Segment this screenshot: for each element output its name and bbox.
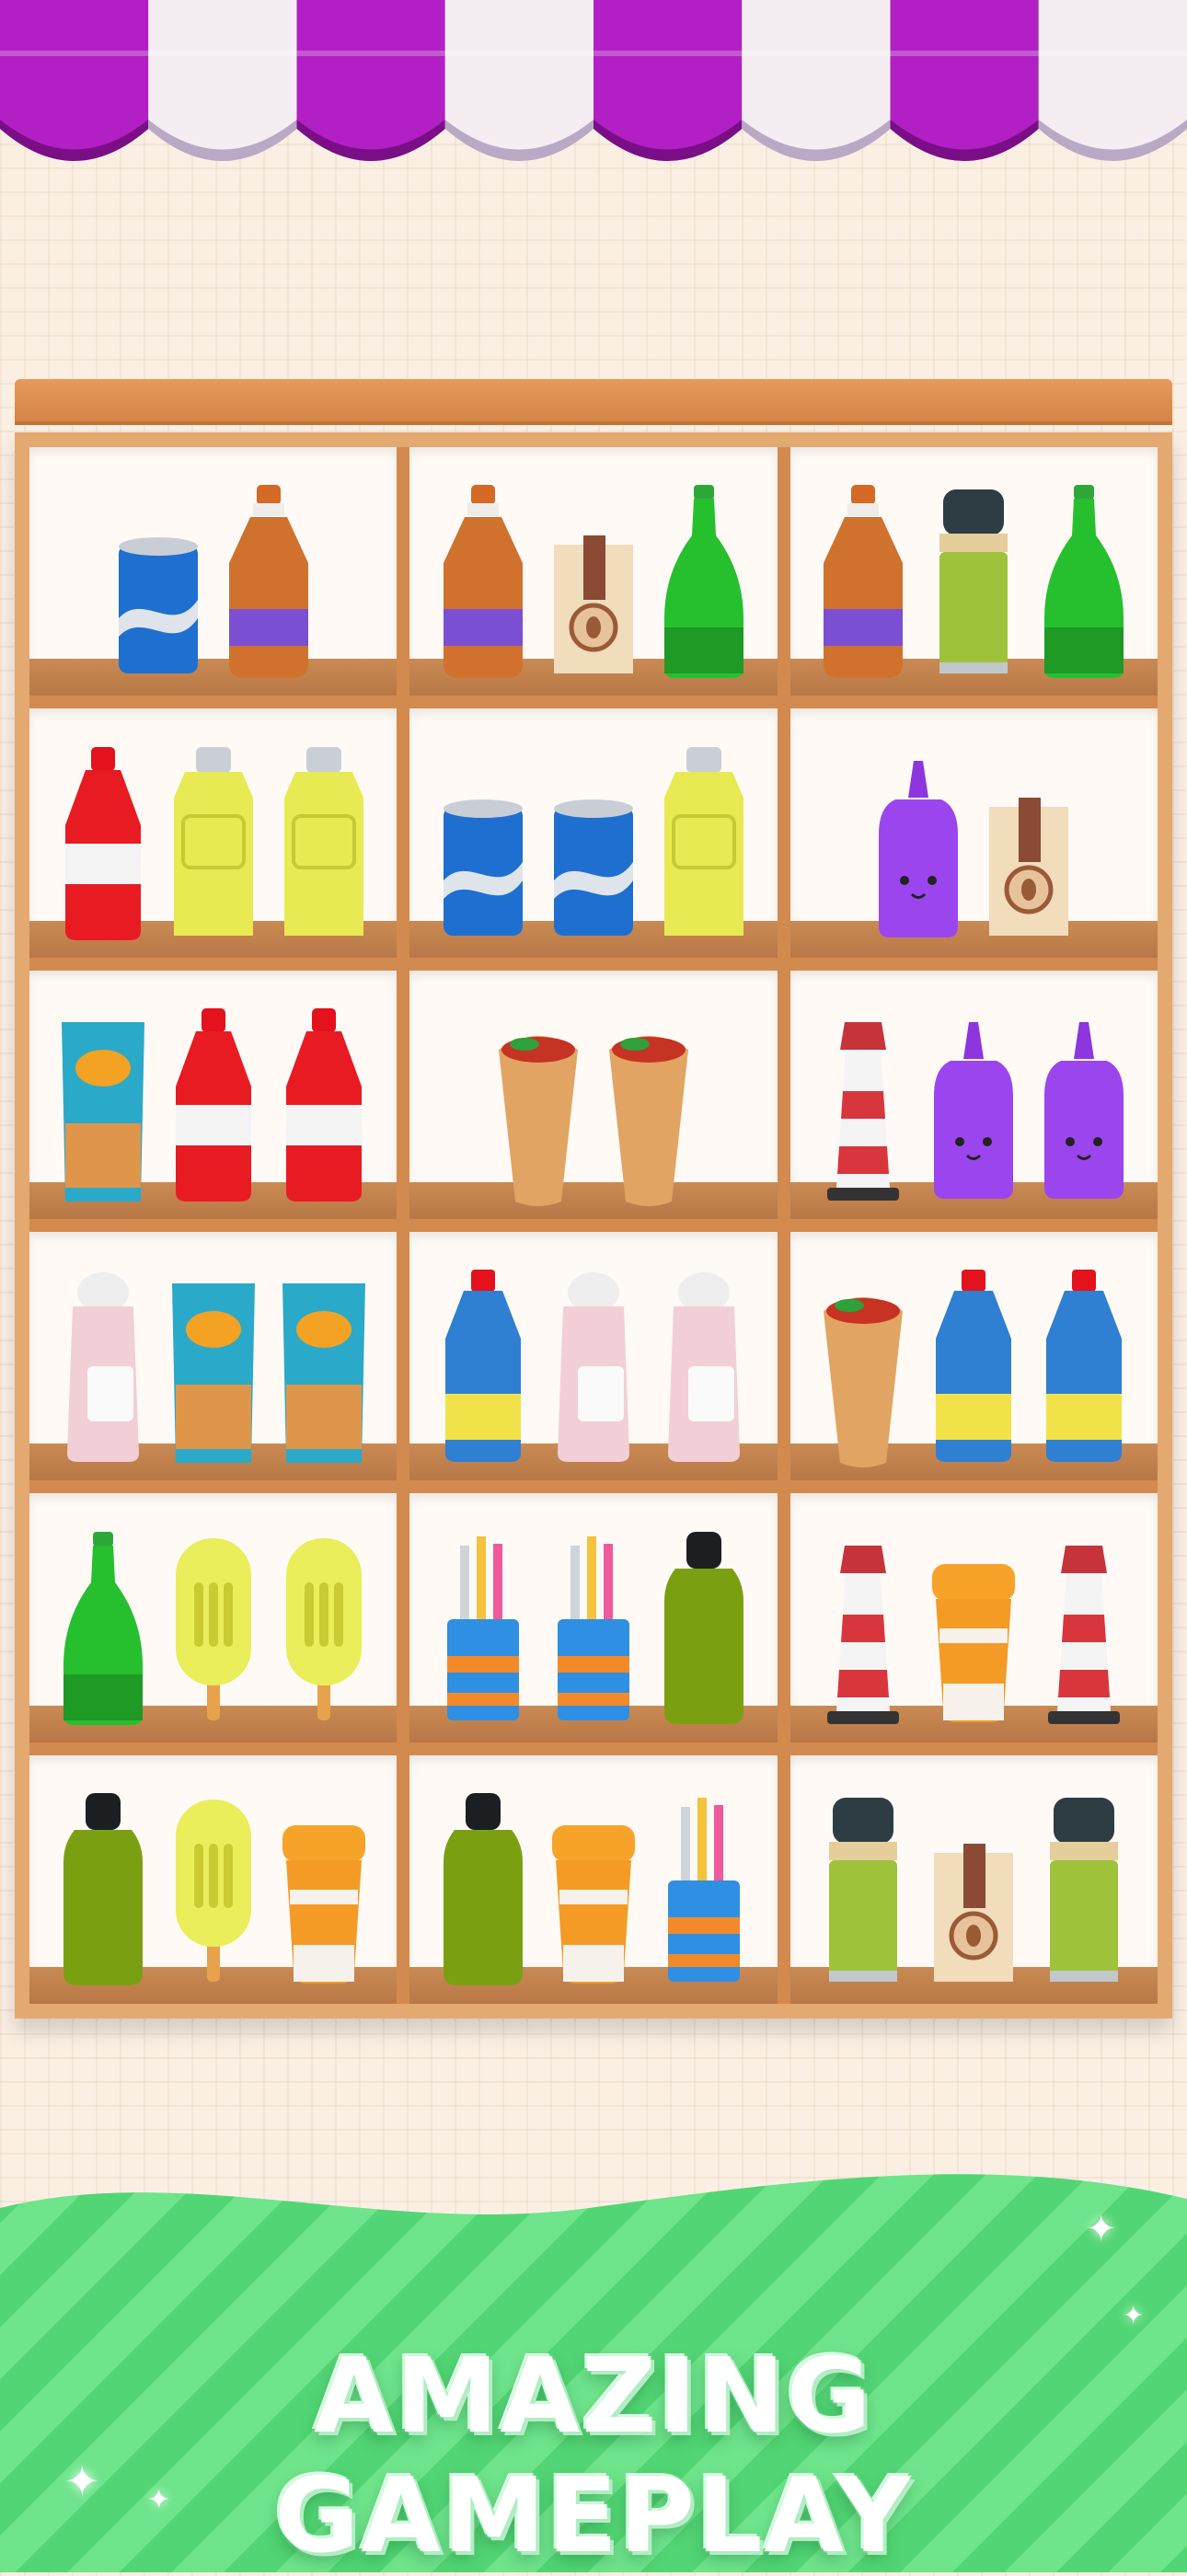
coffee-cup-item[interactable] (273, 1788, 375, 1991)
shelf-slot-r5-c1[interactable] (29, 1493, 398, 1742)
red-bottle-item[interactable] (273, 1004, 375, 1206)
soda-can-item[interactable] (543, 742, 644, 945)
banner-title: AMAZING GAMEPLAY (274, 2337, 913, 2576)
thermos-item[interactable] (1033, 1788, 1135, 1991)
pencil-cup-item[interactable] (543, 1527, 644, 1730)
shelf-slot-r4-c1[interactable] (29, 1232, 398, 1481)
coffee-cup-item[interactable] (923, 1527, 1024, 1730)
shelf-grid (15, 432, 1172, 2018)
green-bottle-item[interactable] (653, 480, 755, 683)
orange-bottle-item[interactable] (218, 480, 319, 683)
popsicle-item[interactable] (163, 1527, 264, 1730)
shelf-slot-r5-c2[interactable] (409, 1493, 778, 1742)
thermos-item[interactable] (923, 480, 1024, 683)
burrito-item[interactable] (812, 1265, 914, 1468)
shelf-slot-r2-c2[interactable] (409, 708, 778, 958)
sparkle-icon: ✦ (1123, 2300, 1145, 2330)
shelf-slot-r1-c3[interactable] (789, 447, 1158, 696)
sparkle-icon: ✦ (64, 2456, 100, 2506)
chips-bag-item[interactable] (163, 1265, 264, 1467)
coffee-bag-item[interactable] (923, 1788, 1024, 1991)
sport-bottle-item[interactable] (432, 1788, 534, 1991)
chips-bag-item[interactable] (273, 1265, 375, 1467)
shelf-slot-r3-c1[interactable] (29, 970, 398, 1219)
lighthouse-item[interactable] (812, 1527, 914, 1730)
cleaner-bottle-item[interactable] (923, 1265, 1024, 1467)
soda-can-item[interactable] (108, 480, 209, 683)
pink-bottle-item[interactable] (653, 1265, 755, 1467)
soda-can-item[interactable] (432, 742, 534, 945)
purple-squeeze-bottle-item[interactable] (923, 1004, 1024, 1206)
sparkle-icon: ✦ (147, 2484, 171, 2516)
coffee-bag-item[interactable] (978, 742, 1079, 945)
shelf-slot-r4-c3[interactable] (789, 1232, 1158, 1481)
yellow-jug-item[interactable] (163, 742, 264, 945)
burrito-item[interactable] (598, 1004, 699, 1206)
purple-squeeze-bottle-item[interactable] (1033, 1004, 1135, 1206)
green-bottle-item[interactable] (1033, 480, 1135, 683)
shelf-slot-r3-c3[interactable] (789, 970, 1158, 1219)
coffee-cup-item[interactable] (543, 1788, 644, 1991)
purple-squeeze-bottle-item[interactable] (868, 742, 969, 945)
yellow-jug-item[interactable] (273, 742, 375, 945)
chips-bag-item[interactable] (52, 1004, 154, 1206)
popsicle-item[interactable] (273, 1527, 375, 1730)
cleaner-bottle-item[interactable] (1033, 1265, 1135, 1467)
pink-bottle-item[interactable] (52, 1265, 154, 1467)
shelf-slot-r6-c2[interactable] (409, 1754, 778, 2004)
pencil-cup-item[interactable] (432, 1527, 534, 1730)
shelf-slot-r4-c2[interactable] (409, 1232, 778, 1481)
lighthouse-item[interactable] (812, 1004, 914, 1206)
lighthouse-item[interactable] (1033, 1527, 1135, 1730)
sport-bottle-item[interactable] (653, 1527, 755, 1730)
shop-awning (0, 0, 1187, 161)
shelf-top-board (15, 379, 1172, 421)
red-bottle-item[interactable] (52, 742, 154, 945)
cleaner-bottle-item[interactable] (432, 1265, 534, 1467)
pencil-cup-item[interactable] (653, 1788, 755, 1991)
yellow-jug-item[interactable] (653, 742, 755, 945)
shelf-slot-r1-c2[interactable] (409, 447, 778, 696)
shelf-slot-r6-c1[interactable] (29, 1754, 398, 2004)
shelf-slot-r2-c1[interactable] (29, 708, 398, 958)
green-bottle-item[interactable] (52, 1527, 154, 1730)
shelf-slot-r6-c3[interactable] (789, 1754, 1158, 2004)
shelf-slot-r2-c3[interactable] (789, 708, 1158, 958)
burrito-item[interactable] (488, 1004, 589, 1206)
pink-bottle-item[interactable] (543, 1265, 644, 1467)
shelf-unit (15, 379, 1172, 2018)
red-bottle-item[interactable] (163, 1004, 264, 1206)
popsicle-item[interactable] (163, 1788, 264, 1991)
thermos-item[interactable] (812, 1788, 914, 1991)
coffee-bag-item[interactable] (543, 480, 644, 683)
orange-bottle-item[interactable] (432, 480, 534, 683)
orange-bottle-item[interactable] (812, 480, 914, 683)
sparkle-icon: ✦ (1086, 2208, 1117, 2250)
sport-bottle-item[interactable] (52, 1788, 154, 1991)
shelf-slot-r3-c2[interactable] (409, 970, 778, 1219)
shelf-slot-r5-c3[interactable] (789, 1493, 1158, 1742)
shelf-slot-r1-c1[interactable] (29, 447, 398, 696)
